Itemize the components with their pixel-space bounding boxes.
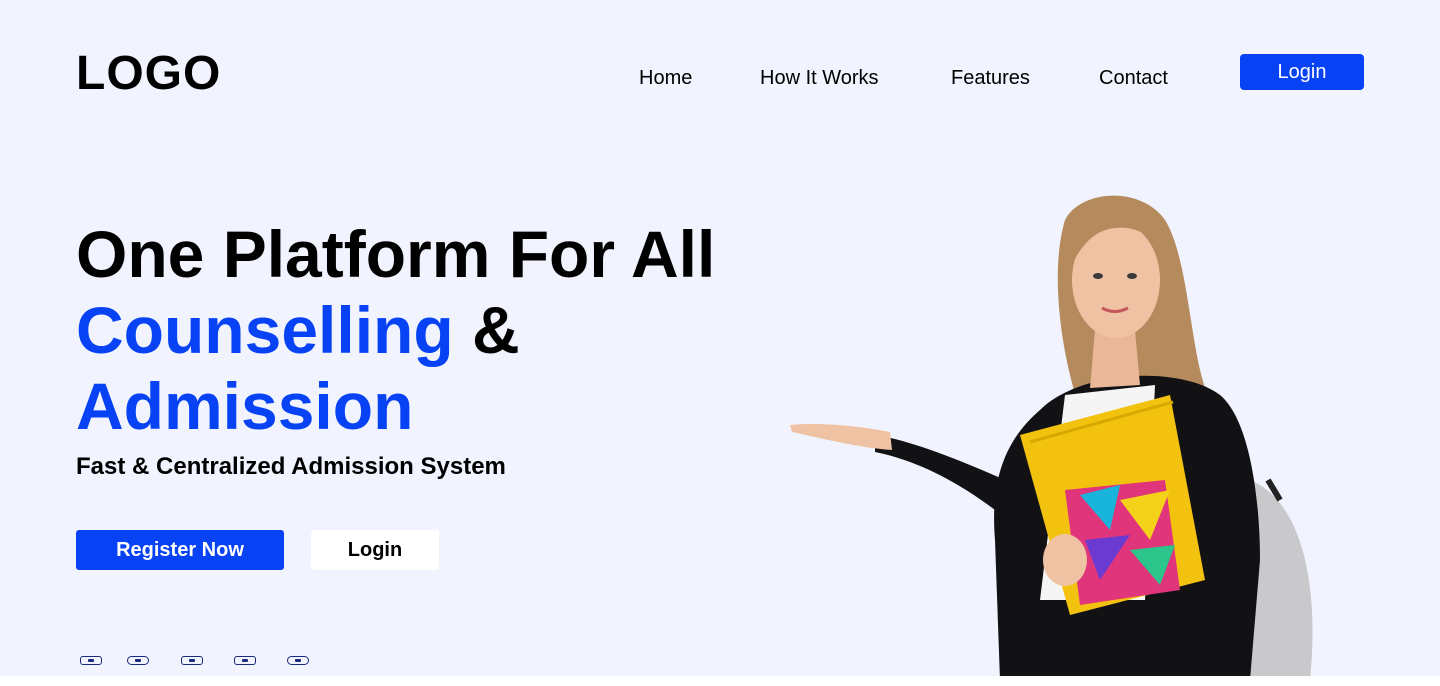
hero-line-2: Counselling & (76, 292, 756, 368)
neck (1090, 330, 1140, 388)
nav-how-it-works[interactable]: How It Works (760, 66, 879, 90)
twitter-icon[interactable] (234, 656, 256, 665)
linkedin-icon[interactable] (80, 656, 102, 665)
hero-accent-counselling: Counselling (76, 293, 454, 367)
right-eye (1127, 273, 1137, 279)
hero-login-button[interactable]: Login (311, 530, 439, 570)
facebook-icon[interactable] (127, 656, 149, 665)
holding-hand (1043, 534, 1087, 586)
nav-contact[interactable]: Contact (1099, 66, 1168, 90)
nav-home[interactable]: Home (639, 66, 692, 90)
left-eye (1093, 273, 1103, 279)
hero-subtitle: Fast & Centralized Admission System (76, 453, 506, 480)
landing-page: LOGO Home How It Works Features Contact … (0, 0, 1440, 686)
nav-features[interactable]: Features (951, 66, 1030, 90)
hero-accent-admission: Admission (76, 369, 414, 443)
header-login-button[interactable]: Login (1240, 54, 1364, 90)
instagram-icon[interactable] (181, 656, 203, 665)
bottom-strip (0, 676, 1440, 686)
youtube-icon[interactable] (287, 656, 309, 665)
hero-heading: One Platform For All Counselling & Admis… (76, 216, 756, 444)
hero-ampersand: & (453, 293, 520, 367)
main-nav: Home How It Works Features Contact (0, 66, 1440, 90)
student-illustration (790, 195, 1313, 680)
register-now-button[interactable]: Register Now (76, 530, 284, 570)
arm-sleeve (875, 435, 1005, 510)
hero-line-1: One Platform For All (76, 217, 716, 291)
open-hand (790, 423, 892, 450)
